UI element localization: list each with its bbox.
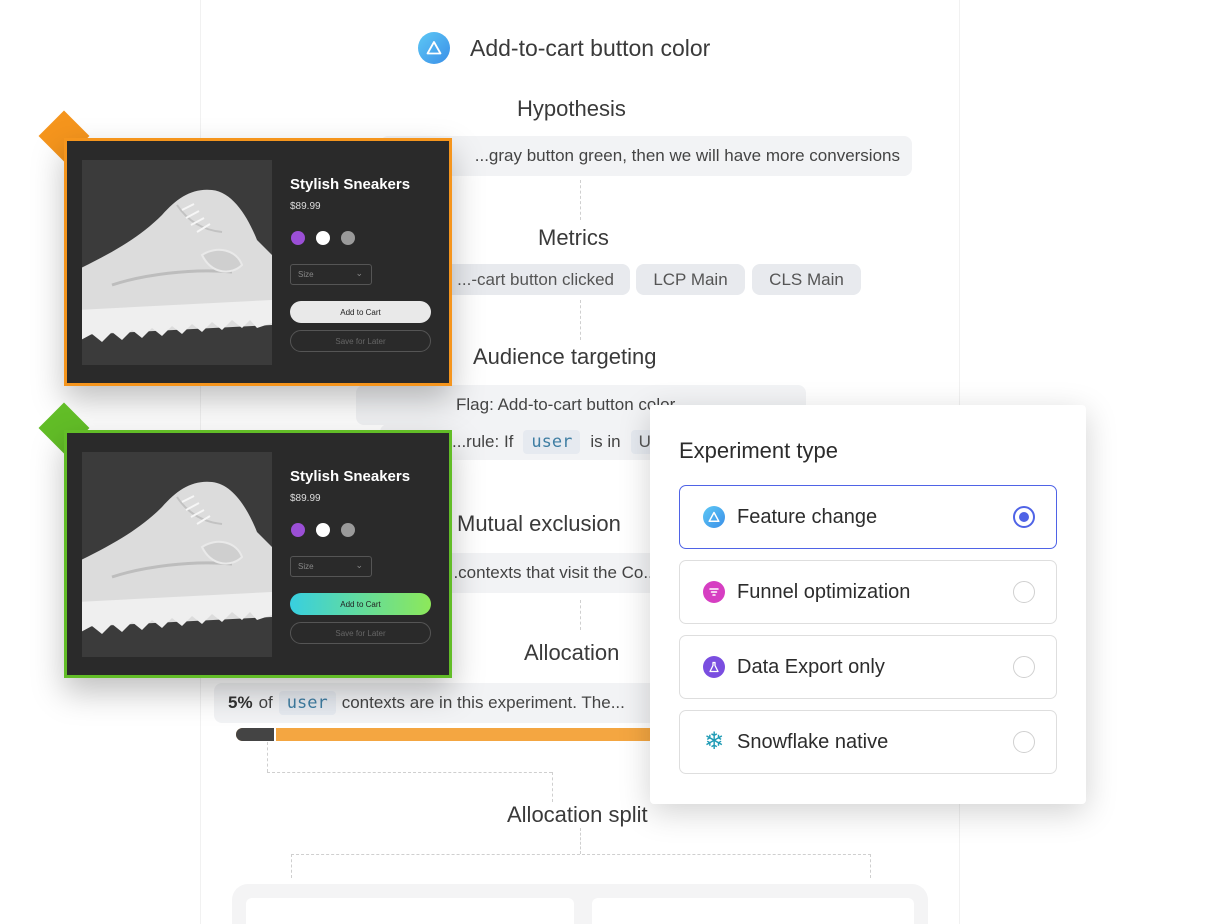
option-label: Funnel optimization <box>737 580 911 603</box>
flow-connector <box>580 600 581 630</box>
experiment-type-title: Experiment type <box>679 438 838 463</box>
split-variant-card[interactable] <box>246 898 574 924</box>
experiment-title: Add-to-cart button color <box>470 34 711 61</box>
metric-chip[interactable]: CLS Main <box>752 264 861 295</box>
rule-prefix: ...rule: If <box>452 432 514 451</box>
allocation-heading: Allocation <box>524 640 620 665</box>
chevron-down-icon: ⌄ <box>355 268 363 278</box>
experiment-title-row: Add-to-cart button color <box>418 32 710 64</box>
audience-heading: Audience targeting <box>473 344 657 369</box>
flow-connector <box>870 854 871 878</box>
option-label: Snowflake native <box>737 730 889 753</box>
allocation-percent[interactable]: 5% <box>228 693 253 713</box>
allocation-context[interactable]: user <box>278 691 336 715</box>
allocation-split-card <box>232 884 928 924</box>
flask-icon <box>703 656 725 678</box>
flow-connector <box>580 300 581 340</box>
option-label: Data Export only <box>737 655 885 678</box>
metric-chip[interactable]: LCP Main <box>636 264 745 295</box>
flow-connector <box>291 854 292 878</box>
size-select[interactable]: Size ⌄ <box>290 264 372 285</box>
split-variant-card[interactable] <box>592 898 914 924</box>
metrics-heading: Metrics <box>538 225 609 250</box>
swatch-purple[interactable] <box>291 523 305 537</box>
product-name: Stylish Sneakers <box>290 468 411 485</box>
option-snowflake-native[interactable]: ❄ Snowflake native <box>679 710 1057 774</box>
option-radio[interactable] <box>1013 506 1035 528</box>
option-data-export-only[interactable]: Data Export only <box>679 635 1057 699</box>
allocation-split-heading: Allocation split <box>507 802 648 827</box>
mutual-exclusion-heading: Mutual exclusion <box>457 511 621 536</box>
flow-connector <box>580 180 581 220</box>
chevron-down-icon: ⌄ <box>355 560 363 570</box>
option-radio[interactable] <box>1013 656 1035 678</box>
sneaker-image <box>82 160 272 365</box>
swatch-white[interactable] <box>316 231 330 245</box>
hypothesis-statement: ...gray button green, then we will have … <box>380 136 912 176</box>
allocation-statement: 5% of user contexts are in this experime… <box>214 683 660 723</box>
rule-operator: is in <box>590 432 621 451</box>
save-for-later-button[interactable]: Save for Later <box>290 622 431 644</box>
hypothesis-heading: Hypothesis <box>517 96 626 121</box>
flag-text: Flag: Add-to-cart button color <box>456 395 676 414</box>
sneaker-image <box>82 452 272 657</box>
flow-connector <box>267 742 268 772</box>
flow-connector <box>580 828 581 854</box>
variant-card-treatment[interactable]: Stylish Sneakers $89.99 Size ⌄ Add to Ca… <box>64 430 452 678</box>
color-swatches <box>291 523 355 537</box>
swatch-gray[interactable] <box>341 231 355 245</box>
product-price: $89.99 <box>290 493 321 504</box>
option-radio[interactable] <box>1013 581 1035 603</box>
product-price: $89.99 <box>290 201 321 212</box>
add-to-cart-button[interactable]: Add to Cart <box>290 301 431 323</box>
triangle-icon <box>703 506 725 528</box>
size-select[interactable]: Size ⌄ <box>290 556 372 577</box>
swatch-gray[interactable] <box>341 523 355 537</box>
product-name: Stylish Sneakers <box>290 176 411 193</box>
save-for-later-button[interactable]: Save for Later <box>290 330 431 352</box>
option-radio[interactable] <box>1013 731 1035 753</box>
flow-connector <box>552 772 553 802</box>
allocation-text: contexts are in this experiment. The... <box>341 693 625 712</box>
experiment-type-panel: Experiment type Feature change Funnel op… <box>650 405 1086 804</box>
rule-context[interactable]: user <box>523 430 581 454</box>
option-feature-change[interactable]: Feature change <box>679 485 1057 549</box>
swatch-white[interactable] <box>316 523 330 537</box>
swatch-purple[interactable] <box>291 231 305 245</box>
flow-connector <box>267 772 552 773</box>
hypothesis-text: ...gray button green, then we will have … <box>474 146 900 165</box>
variant-card-control[interactable]: Stylish Sneakers $89.99 Size ⌄ Add to Ca… <box>64 138 452 386</box>
triangle-icon <box>418 32 450 64</box>
allocation-progress-fill <box>236 728 276 741</box>
flow-connector <box>291 854 871 855</box>
color-swatches <box>291 231 355 245</box>
allocation-of: of <box>258 693 273 712</box>
allocation-progress-bar[interactable] <box>236 728 656 741</box>
option-funnel-optimization[interactable]: Funnel optimization <box>679 560 1057 624</box>
mutual-exclusion-text: ...contexts that visit the Co... <box>444 563 658 582</box>
size-placeholder: Size <box>298 270 314 279</box>
option-label: Feature change <box>737 505 878 528</box>
funnel-icon <box>703 581 725 603</box>
add-to-cart-button[interactable]: Add to Cart <box>290 593 431 615</box>
size-placeholder: Size <box>298 562 314 571</box>
snowflake-icon: ❄ <box>703 728 725 755</box>
